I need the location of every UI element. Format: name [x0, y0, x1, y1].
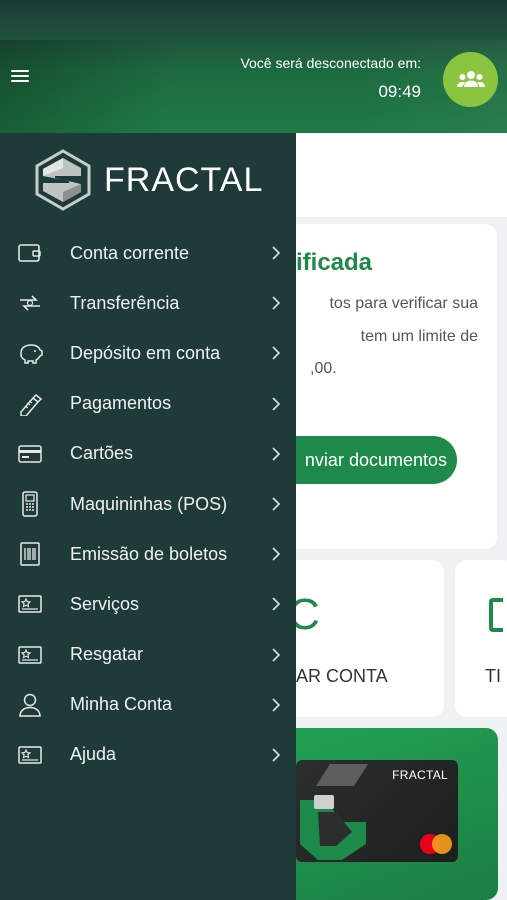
logout-countdown-label: Você será desconectado em: [240, 55, 421, 71]
content-top-area [296, 133, 507, 217]
menu-item-label: Transferência [70, 292, 180, 313]
menu-item-resgatar[interactable]: Resgatar [0, 630, 296, 680]
menu-item-servicos[interactable]: Serviços [0, 579, 296, 629]
drawer-menu: Conta corrente Transferência Depósito em… [0, 228, 296, 780]
menu-item-label: Resgatar [70, 644, 144, 665]
chevron-right-icon [272, 648, 281, 662]
fractal-card-logo-icon [300, 764, 368, 860]
chevron-right-icon [272, 296, 281, 310]
fractal-logo: FRACTAL [35, 149, 263, 211]
quick-action-card[interactable]: TI [455, 560, 507, 717]
chevron-right-icon [272, 748, 281, 762]
user-icon [17, 692, 43, 718]
chevron-right-icon [272, 698, 281, 712]
menu-item-maquininhas-pos[interactable]: Maquininhas (POS) [0, 479, 296, 529]
menu-item-transferencia[interactable]: Transferência [0, 278, 296, 328]
menu-item-label: Cartões [70, 443, 134, 464]
menu-item-label: Emissão de boletos [70, 543, 228, 564]
logo-text: FRACTAL [104, 160, 264, 199]
star-ticket-icon [17, 642, 43, 668]
transfer-icon [17, 290, 43, 316]
chevron-right-icon [272, 547, 281, 561]
star-ticket-icon [17, 591, 43, 617]
chevron-right-icon [272, 346, 281, 361]
users-group-icon [456, 70, 485, 87]
quick-action-glyph-icon [489, 598, 503, 632]
chevron-right-icon [272, 597, 281, 611]
piggy-bank-icon [17, 340, 43, 366]
logout-countdown-time: 09:49 [378, 82, 421, 101]
app-header: Você será desconectado em: 09:49 [0, 0, 507, 133]
wallet-icon [17, 240, 43, 266]
menu-item-deposito-em-conta[interactable]: Depósito em conta [0, 328, 296, 378]
verify-account-card: ificada tos para verificar sua tem um li… [272, 224, 497, 549]
chevron-right-icon [272, 397, 281, 411]
barcode-pen-icon [17, 391, 43, 417]
credit-card-icon [17, 441, 43, 467]
card-chip-icon [314, 795, 334, 809]
menu-item-label: Ajuda [70, 744, 117, 765]
chevron-right-icon [272, 447, 281, 461]
card-brand-label: FRACTAL [392, 768, 448, 782]
menu-item-cartoes[interactable]: Cartões [0, 429, 296, 479]
quick-action-label: AR CONTA [296, 666, 388, 686]
credit-card-image: FRACTAL [296, 760, 458, 862]
menu-item-minha-conta[interactable]: Minha Conta [0, 680, 296, 730]
menu-item-label: Conta corrente [70, 242, 190, 263]
verify-card-description: tos para verificar sua tem um limite de … [310, 295, 478, 377]
menu-item-conta-corrente[interactable]: Conta corrente [0, 228, 296, 278]
quick-action-label: TI [485, 666, 501, 686]
menu-item-ajuda[interactable]: Ajuda [0, 730, 296, 780]
menu-item-label: Maquininhas (POS) [70, 493, 228, 514]
menu-item-label: Minha Conta [70, 694, 173, 715]
verify-card-title: ificada [296, 249, 373, 276]
users-group-button[interactable] [443, 52, 498, 107]
hamburger-icon[interactable] [11, 70, 29, 84]
menu-item-emissao-de-boletos[interactable]: Emissão de boletos [0, 529, 296, 579]
pos-machine-icon [17, 491, 43, 517]
menu-item-label: Serviços [70, 593, 140, 614]
boleto-document-icon [17, 541, 43, 567]
menu-item-label: Depósito em conta [70, 342, 221, 363]
menu-item-label: Pagamentos [70, 393, 172, 414]
side-drawer: FRACTAL Conta corrente Transferência Dep… [0, 133, 296, 900]
menu-item-pagamentos[interactable]: Pagamentos [0, 379, 296, 429]
chevron-right-icon [272, 497, 281, 511]
chevron-right-icon [272, 246, 281, 260]
star-ticket-icon [17, 742, 43, 768]
fractal-logo-icon [35, 149, 91, 211]
